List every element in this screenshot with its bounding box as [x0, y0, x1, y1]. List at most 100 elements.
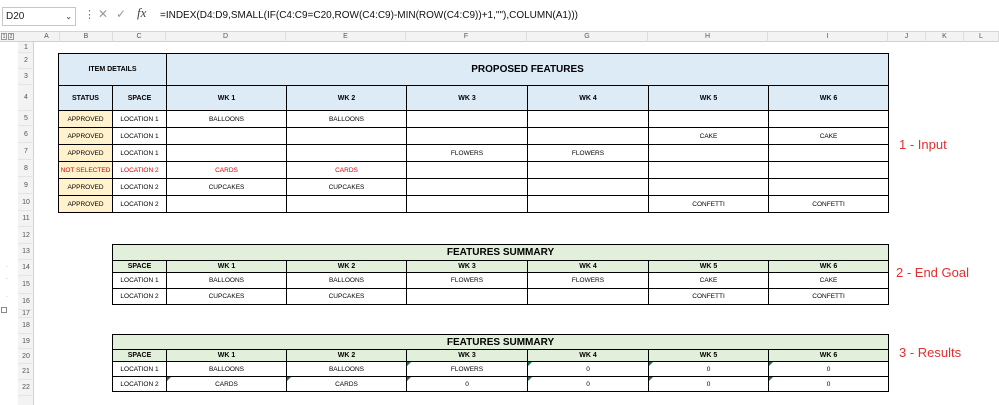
space-cell[interactable]: LOCATION 1: [112, 144, 167, 162]
row-header-20[interactable]: 20: [18, 349, 34, 364]
outline-collapse-icon[interactable]: [1, 307, 7, 313]
column-header-f[interactable]: F: [406, 32, 527, 42]
status-cell[interactable]: APPROVED: [58, 127, 113, 145]
result-cell[interactable]: BALLOONS: [286, 361, 407, 377]
feature-cell[interactable]: [527, 127, 649, 145]
feature-cell[interactable]: [648, 144, 769, 162]
row-header-7[interactable]: 7: [18, 143, 34, 160]
feature-cell[interactable]: [648, 178, 769, 196]
feature-cell[interactable]: CONFETTI: [648, 288, 769, 305]
feature-cell[interactable]: [527, 195, 649, 213]
feature-cell[interactable]: [406, 161, 528, 179]
feature-cell[interactable]: CAKE: [648, 127, 769, 145]
column-header-c[interactable]: C: [113, 32, 166, 42]
space-cell[interactable]: LOCATION 2: [112, 376, 167, 392]
column-header-l[interactable]: L: [964, 32, 999, 42]
result-cell[interactable]: 0: [527, 361, 649, 377]
feature-cell[interactable]: [406, 127, 528, 145]
column-header-a[interactable]: A: [34, 32, 60, 42]
result-cell[interactable]: 0: [527, 376, 649, 392]
name-box[interactable]: D20 ⌄: [2, 7, 76, 26]
feature-cell[interactable]: [767, 178, 890, 196]
row-header-11[interactable]: 11: [18, 211, 34, 227]
feature-cell[interactable]: FLOWERS: [527, 144, 649, 162]
row-header-15[interactable]: 15: [18, 276, 34, 294]
feature-cell[interactable]: [286, 127, 407, 145]
row-header-5[interactable]: 5: [18, 111, 34, 126]
feature-cell[interactable]: CONFETTI: [767, 195, 890, 213]
result-cell[interactable]: CARDS: [286, 376, 407, 392]
space-cell[interactable]: LOCATION 1: [112, 272, 167, 289]
space-cell[interactable]: LOCATION 1: [112, 361, 167, 377]
feature-cell[interactable]: CONFETTI: [767, 288, 890, 305]
row-header-2[interactable]: 2: [18, 53, 34, 69]
space-cell[interactable]: LOCATION 1: [112, 110, 167, 128]
feature-cell[interactable]: BALLOONS: [166, 110, 287, 128]
result-cell[interactable]: 0: [767, 361, 890, 377]
feature-cell[interactable]: [406, 288, 528, 305]
feature-cell[interactable]: [527, 288, 649, 305]
chevron-down-icon[interactable]: ⌄: [65, 8, 72, 25]
row-header-9[interactable]: 9: [18, 177, 34, 194]
feature-cell[interactable]: [767, 110, 890, 128]
formula-input[interactable]: =INDEX(D4:D9,SMALL(IF(C4:C9=C20,ROW(C4:C…: [160, 10, 578, 21]
column-header-h[interactable]: H: [648, 32, 768, 42]
row-header-21[interactable]: 21: [18, 364, 34, 380]
column-header-i[interactable]: I: [768, 32, 888, 42]
column-header-g[interactable]: G: [527, 32, 648, 42]
row-header-17[interactable]: 17: [18, 310, 34, 318]
space-cell[interactable]: LOCATION 1: [112, 127, 167, 145]
result-cell[interactable]: 0: [406, 376, 528, 392]
result-cell[interactable]: FLOWERS: [406, 361, 528, 377]
more-dots-icon[interactable]: ⋮: [84, 8, 95, 21]
feature-cell[interactable]: [527, 161, 649, 179]
row-header-13[interactable]: 13: [18, 244, 34, 260]
row-header-16[interactable]: 16: [18, 294, 34, 310]
feature-cell[interactable]: FLOWERS: [527, 272, 649, 289]
feature-cell[interactable]: BALLOONS: [286, 110, 407, 128]
feature-cell[interactable]: CAKE: [767, 272, 890, 289]
status-cell[interactable]: APPROVED: [58, 110, 113, 128]
feature-cell[interactable]: CUPCAKES: [166, 178, 287, 196]
result-cell[interactable]: 0: [648, 361, 769, 377]
feature-cell[interactable]: [527, 178, 649, 196]
feature-cell[interactable]: CARDS: [166, 161, 287, 179]
feature-cell[interactable]: [406, 110, 528, 128]
feature-cell[interactable]: [767, 144, 890, 162]
outline-level-2-button[interactable]: 2: [8, 33, 14, 40]
row-header-10[interactable]: 10: [18, 194, 34, 211]
feature-cell[interactable]: [286, 144, 407, 162]
feature-cell[interactable]: CAKE: [767, 127, 890, 145]
column-header-d[interactable]: D: [166, 32, 286, 42]
row-header-19[interactable]: 19: [18, 334, 34, 349]
column-header-e[interactable]: E: [286, 32, 406, 42]
status-cell[interactable]: NOT SELECTED: [58, 161, 113, 179]
row-header-12[interactable]: 12: [18, 227, 34, 244]
result-cell[interactable]: 0: [648, 376, 769, 392]
row-header-1[interactable]: 1: [18, 42, 34, 53]
column-header-b[interactable]: B: [60, 32, 113, 42]
row-header-14[interactable]: 14: [18, 260, 34, 276]
feature-cell[interactable]: CAKE: [648, 272, 769, 289]
feature-cell[interactable]: [527, 110, 649, 128]
enter-check-icon[interactable]: ✓: [116, 7, 126, 21]
result-cell[interactable]: 0: [767, 376, 890, 392]
feature-cell[interactable]: CUPCAKES: [166, 288, 287, 305]
space-cell[interactable]: LOCATION 2: [112, 178, 167, 196]
feature-cell[interactable]: [166, 195, 287, 213]
result-cell[interactable]: BALLOONS: [166, 361, 287, 377]
feature-cell[interactable]: CUPCAKES: [286, 178, 407, 196]
row-header-8[interactable]: 8: [18, 160, 34, 177]
feature-cell[interactable]: [406, 195, 528, 213]
feature-cell[interactable]: [406, 178, 528, 196]
feature-cell[interactable]: FLOWERS: [406, 144, 528, 162]
row-header-18[interactable]: 18: [18, 318, 34, 334]
status-cell[interactable]: APPROVED: [58, 178, 113, 196]
column-header-j[interactable]: J: [888, 32, 926, 42]
feature-cell[interactable]: CONFETTI: [648, 195, 769, 213]
feature-cell[interactable]: [648, 161, 769, 179]
feature-cell[interactable]: BALLOONS: [166, 272, 287, 289]
insert-function-icon[interactable]: fx: [137, 5, 146, 21]
space-cell[interactable]: LOCATION 2: [112, 161, 167, 179]
feature-cell[interactable]: CARDS: [286, 161, 407, 179]
